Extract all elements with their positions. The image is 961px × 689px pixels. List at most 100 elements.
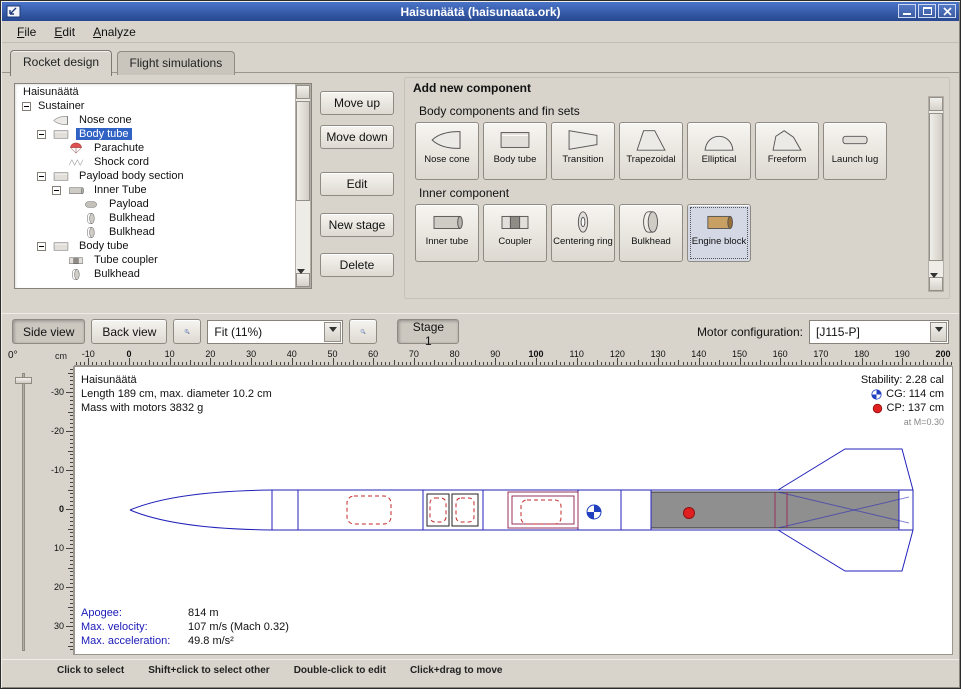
component-button-label: Centering ring — [553, 237, 613, 247]
tree-item-label: Payload — [106, 198, 152, 210]
add-freeform-button[interactable]: Freeform — [755, 122, 819, 180]
menu-analyze[interactable]: Analyze — [84, 22, 145, 42]
cp-marker — [684, 508, 695, 519]
tree-item-nose-cone[interactable]: Nose cone — [16, 113, 294, 127]
add-inner-tube-button[interactable]: Inner tube — [415, 204, 479, 262]
tree-item-bulkhead[interactable]: Bulkhead — [16, 225, 294, 239]
scroll-down-button[interactable] — [296, 273, 310, 287]
ruler-label: 150 — [732, 349, 747, 359]
scroll-up-button[interactable] — [929, 97, 943, 111]
cg-value: CG: 114 cm — [886, 387, 944, 401]
tree-expander-icon[interactable] — [37, 130, 46, 139]
ruler-label: 80 — [450, 349, 460, 359]
combo-arrow-icon[interactable] — [930, 322, 947, 342]
tree-item-label: Tube coupler — [91, 254, 161, 266]
tree-expander-icon[interactable] — [52, 186, 61, 195]
zoom-out-button[interactable] — [349, 319, 377, 344]
application-window: Haisunäätä (haisunaata.ork) File Edit An… — [0, 0, 961, 689]
tree-item-label: Parachute — [91, 142, 147, 154]
tree-item-label: Bulkhead — [91, 268, 143, 280]
ruler-label: 170 — [813, 349, 828, 359]
add-transition-button[interactable]: Transition — [551, 122, 615, 180]
max-velocity-label: Max. velocity: — [81, 620, 188, 634]
payload-icon — [80, 198, 102, 211]
combo-arrow-icon[interactable] — [324, 322, 341, 342]
add-elliptical-button[interactable]: Elliptical — [687, 122, 751, 180]
window-menu-icon[interactable] — [6, 5, 21, 18]
rocket-canvas[interactable]: Haisunäätä Length 189 cm, max. diameter … — [74, 366, 953, 655]
vertical-ruler: -30-20-100102030 — [48, 366, 74, 655]
tree-item-bulkhead[interactable]: Bulkhead — [16, 211, 294, 225]
scroll-down-icon — [930, 273, 938, 299]
tree-item-shock-cord[interactable]: Shock cord — [16, 155, 294, 169]
component-sections: Body components and fin setsNose coneBod… — [415, 100, 921, 296]
tab-flight-simulations[interactable]: Flight simulations — [117, 51, 236, 75]
hint-click-select: Click to select — [57, 665, 124, 676]
menu-file[interactable]: File — [8, 22, 45, 42]
coupler-icon — [496, 209, 534, 235]
component-scrollbar-thumb[interactable] — [929, 113, 943, 261]
cp-value: CP: 137 cm — [887, 401, 944, 415]
hint-click-drag: Click+drag to move — [410, 665, 503, 676]
rotation-slider-thumb[interactable] — [15, 377, 32, 384]
zoom-combo[interactable]: Fit (11%) — [207, 320, 343, 344]
minimize-icon — [903, 13, 911, 15]
tree-item-inner-tube[interactable]: Inner Tube — [16, 183, 294, 197]
back-view-button[interactable]: Back view — [91, 319, 167, 344]
tree-item-payload[interactable]: Payload — [16, 197, 294, 211]
tree-expander-icon[interactable] — [37, 242, 46, 251]
component-button-label: Trapezoidal — [626, 155, 675, 165]
delete-button[interactable]: Delete — [320, 253, 394, 277]
add-engine-block-button[interactable]: Engine block — [687, 204, 751, 262]
tree-item-parachute[interactable]: Parachute — [16, 141, 294, 155]
tree-scrollbar-thumb[interactable] — [296, 101, 310, 201]
hint-shift-click: Shift+click to select other — [148, 665, 269, 676]
stage-1-button[interactable]: Stage 1 — [397, 319, 459, 344]
add-nose-cone-button[interactable]: Nose cone — [415, 122, 479, 180]
stability-value: Stability: 2.28 cal — [861, 373, 944, 387]
tree-item-bulkhead[interactable]: Bulkhead — [16, 267, 294, 281]
side-view-button[interactable]: Side view — [12, 319, 85, 344]
flight-summary: Apogee: 814 m Max. velocity: 107 m/s (Ma… — [81, 606, 289, 648]
tree-item-sustainer[interactable]: Sustainer — [16, 99, 294, 113]
tree-scrollbar[interactable] — [295, 84, 311, 288]
tree-expander-icon[interactable] — [37, 172, 46, 181]
tree-expander-icon[interactable] — [22, 102, 31, 111]
tree-item-tube-coupler[interactable]: Tube coupler — [16, 253, 294, 267]
motor-configuration-combo[interactable]: [J115-P] — [809, 320, 949, 344]
ruler-label: 20 — [205, 349, 215, 359]
add-body-tube-button[interactable]: Body tube — [483, 122, 547, 180]
move-up-button[interactable]: Move up — [320, 91, 394, 115]
zoom-out-icon — [360, 323, 366, 340]
add-launch-lug-button[interactable]: Launch lug — [823, 122, 887, 180]
add-bulkhead-button[interactable]: Bulkhead — [619, 204, 683, 262]
menu-edit[interactable]: Edit — [45, 22, 84, 42]
add-coupler-button[interactable]: Coupler — [483, 204, 547, 262]
maximize-button[interactable] — [918, 4, 936, 18]
tree-item-label: Body tube — [76, 240, 132, 252]
zoom-in-button[interactable] — [173, 319, 201, 344]
new-stage-button[interactable]: New stage — [320, 213, 394, 237]
engine-block-icon — [700, 209, 738, 235]
tree-item-payload-body-section[interactable]: Payload body section — [16, 169, 294, 183]
edit-button[interactable]: Edit — [320, 172, 394, 196]
add-centering-ring-button[interactable]: Centering ring — [551, 204, 615, 262]
move-down-button[interactable]: Move down — [320, 125, 394, 149]
nose-cone-icon — [428, 127, 466, 153]
scroll-up-button[interactable] — [296, 85, 310, 99]
rocket-info: Haisunäätä Length 189 cm, max. diameter … — [81, 373, 272, 415]
tree-item-body-tube[interactable]: Body tube — [16, 127, 294, 141]
tree-item-haisun-t[interactable]: Haisunäätä — [16, 85, 294, 99]
scroll-down-button[interactable] — [929, 277, 943, 291]
tree-item-body-tube[interactable]: Body tube — [16, 239, 294, 253]
body-tube-icon — [50, 240, 72, 253]
close-button[interactable] — [938, 4, 956, 18]
bulkhead-icon — [80, 212, 102, 225]
add-trapezoidal-button[interactable]: Trapezoidal — [619, 122, 683, 180]
rotation-slider-track[interactable] — [22, 373, 25, 651]
minimize-button[interactable] — [898, 4, 916, 18]
hint-double-click: Double-click to edit — [294, 665, 386, 676]
rocket-name: Haisunäätä — [81, 373, 272, 387]
component-scrollbar[interactable] — [928, 96, 944, 292]
component-section-label: Inner component — [419, 186, 921, 200]
